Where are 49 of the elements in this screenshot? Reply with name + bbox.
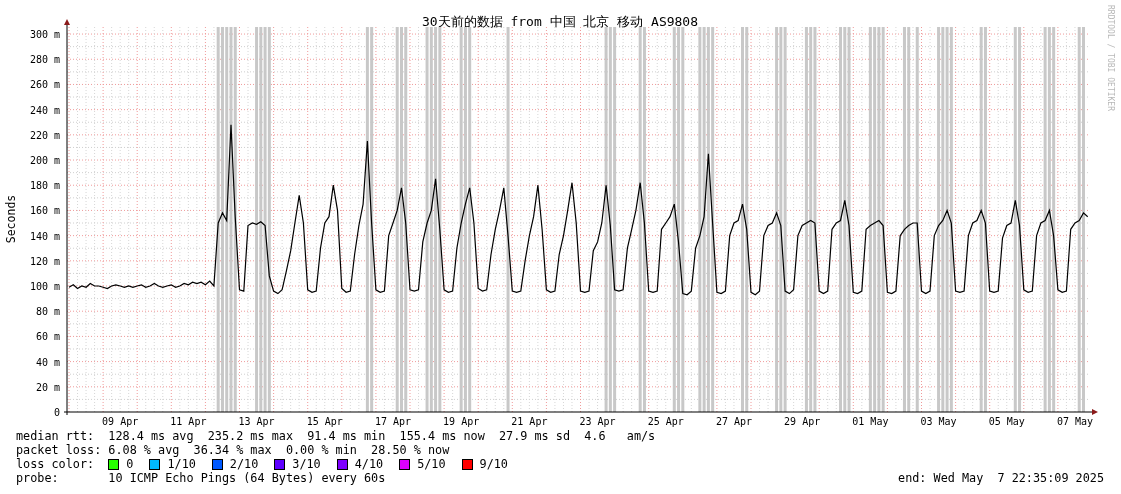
y-tick-label: 240 m — [29, 104, 60, 116]
y-tick-label: 280 m — [29, 54, 60, 66]
y-tick-label: 260 m — [29, 79, 60, 91]
credit-label: RRDTOOL / TOBI OETIKER — [1106, 5, 1115, 111]
x-tick-label: 27 Apr — [715, 416, 752, 427]
y-tick-label: 180 m — [29, 180, 60, 192]
y-tick-label: 300 m — [29, 29, 60, 41]
chart-title: 30天前的数据 from 中国 北京 移动 AS9808 — [421, 14, 699, 29]
y-tick-label: 220 m — [29, 129, 60, 141]
x-tick-label: 03 May — [920, 416, 957, 427]
x-tick-label: 01 May — [852, 416, 889, 427]
legend-label: probe: — [16, 471, 60, 485]
x-tick-label: 23 Apr — [579, 416, 616, 427]
x-tick-label: 19 Apr — [443, 416, 480, 427]
legend-value: 3/10 — [292, 457, 321, 471]
end-time: end: Wed May 7 22:35:09 2025 — [898, 471, 1104, 485]
x-tick-label: 25 Apr — [647, 416, 684, 427]
x-tick-label: 09 Apr — [102, 416, 139, 427]
y-tick-label: 100 m — [29, 281, 60, 292]
legend-value: 2/10 — [229, 457, 259, 471]
x-tick-label: 05 May — [988, 416, 1025, 427]
legend-label: median rtt: — [16, 429, 96, 443]
y-tick-label: 60 m — [35, 331, 60, 343]
legend-value: 128.4 ms avg 235.2 ms max 91.4 ms min 155.4 ms now 27.9 ms sd 4.6 am/s — [108, 429, 656, 443]
y-axis-title: Seconds — [4, 194, 18, 244]
x-tick-label: 17 Apr — [374, 416, 411, 427]
legend-value: 1/10 — [167, 457, 196, 471]
legend-value: 5/10 — [417, 457, 446, 471]
y-tick-label: 200 m — [29, 155, 60, 167]
x-tick-label: 21 Apr — [511, 416, 548, 427]
y-tick-label: 160 m — [29, 205, 60, 217]
legend-value: 4/10 — [354, 457, 384, 471]
x-tick-label: 07 May — [1056, 416, 1093, 427]
legend-label: loss color: — [16, 457, 96, 471]
y-tick-label: 40 m — [35, 356, 60, 368]
legend-label: packet loss: — [16, 443, 103, 457]
y-tick-label: 140 m — [29, 230, 60, 242]
x-tick-label: 11 Apr — [170, 416, 207, 427]
y-tick-label: 120 m — [29, 255, 60, 267]
legend-value: 9/10 — [479, 457, 508, 471]
x-tick-label: 29 Apr — [784, 416, 821, 427]
y-tick-label: 0 — [53, 407, 60, 418]
y-tick-label: 20 m — [35, 381, 60, 393]
legend-value: 10 ICMP Echo Pings (64 Bytes) every 60s — [108, 471, 386, 485]
legend-value: 0 — [126, 457, 134, 471]
x-tick-label: 13 Apr — [238, 416, 275, 427]
legend-value: 6.08 % avg 36.34 % max 0.00 % min 28.50 % now — [108, 443, 450, 457]
x-tick-label: 15 Apr — [306, 416, 343, 427]
y-tick-label: 80 m — [35, 306, 60, 318]
